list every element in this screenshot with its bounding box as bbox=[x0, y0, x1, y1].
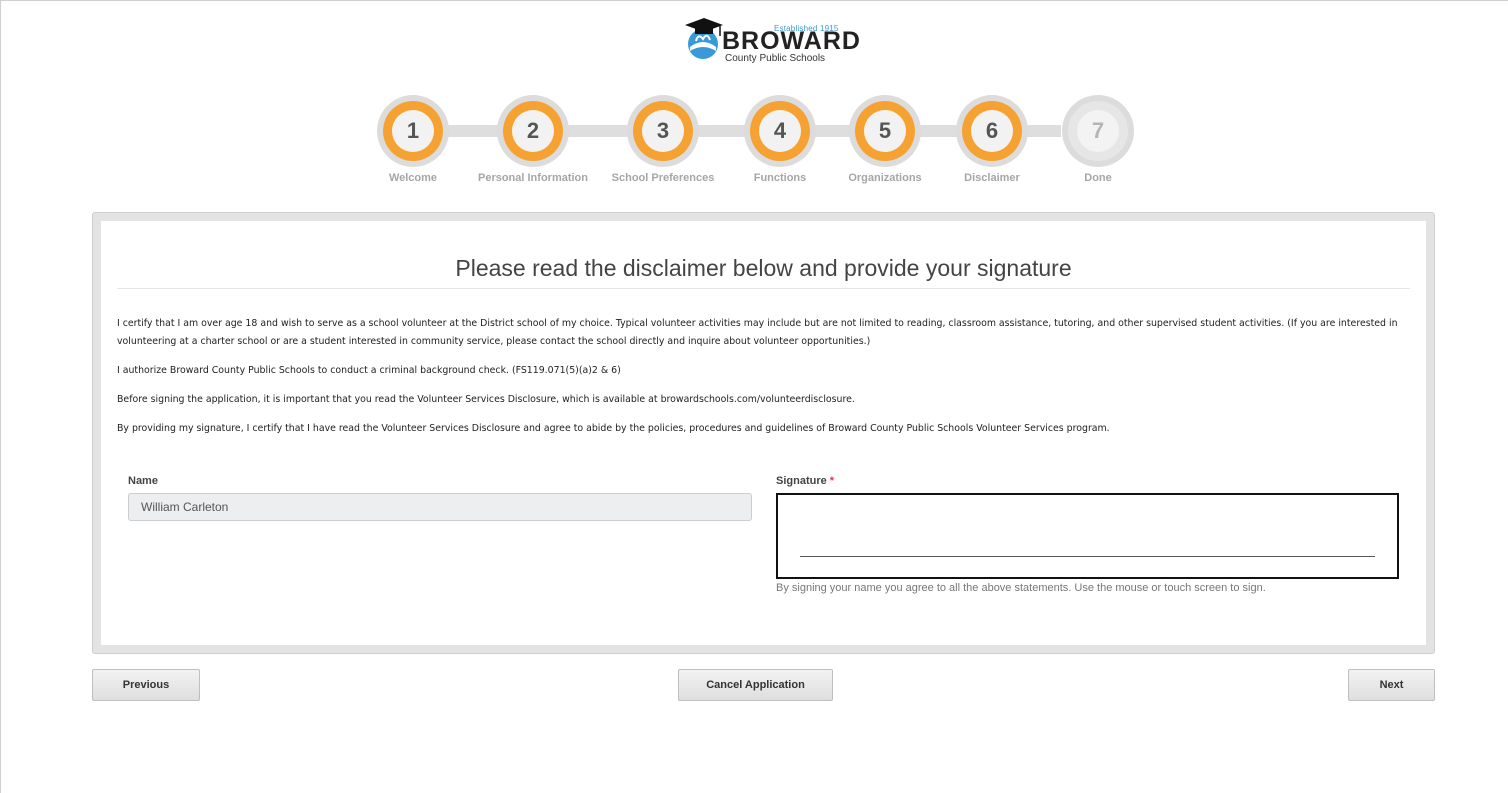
step-number: 3 bbox=[642, 110, 684, 152]
step-number: 4 bbox=[759, 110, 801, 152]
step-number: 1 bbox=[392, 110, 434, 152]
name-label: Name bbox=[128, 475, 158, 487]
cancel-application-button[interactable]: Cancel Application bbox=[678, 669, 833, 701]
page-title: Please read the disclaimer below and pro… bbox=[455, 255, 1072, 281]
disclaimer-paragraph: I certify that I am over age 18 and wish… bbox=[117, 318, 1398, 347]
step-number: 2 bbox=[512, 110, 554, 152]
signature-label: Signature * bbox=[776, 475, 834, 487]
signature-baseline bbox=[800, 556, 1375, 557]
step-personal-information: 2 Personal Information bbox=[463, 95, 603, 184]
panel-body: Please read the disclaimer below and pro… bbox=[101, 221, 1426, 645]
disclaimer-paragraph: By providing my signature, I certify tha… bbox=[117, 423, 1110, 434]
signature-label-text: Signature bbox=[776, 475, 827, 487]
step-label: Done bbox=[1084, 172, 1112, 184]
step-number: 5 bbox=[864, 110, 906, 152]
step-done: 7 Done bbox=[1028, 95, 1168, 184]
signature-pad[interactable] bbox=[776, 493, 1399, 579]
next-button[interactable]: Next bbox=[1348, 669, 1435, 701]
disclaimer-paragraph: Before signing the application, it is im… bbox=[117, 394, 855, 405]
name-field[interactable] bbox=[128, 493, 752, 521]
signature-help-text: By signing your name you agree to all th… bbox=[776, 582, 1266, 594]
step-welcome: 1 Welcome bbox=[343, 95, 483, 184]
previous-button[interactable]: Previous bbox=[92, 669, 200, 701]
required-marker: * bbox=[829, 475, 835, 487]
step-label: Personal Information bbox=[477, 172, 589, 184]
disclaimer-paragraph: I authorize Broward County Public School… bbox=[117, 365, 621, 376]
disclaimer-panel: Please read the disclaimer below and pro… bbox=[92, 212, 1435, 654]
disclaimer-text: I certify that I am over age 18 and wish… bbox=[117, 315, 1410, 449]
step-label: Welcome bbox=[388, 172, 438, 184]
progress-stepper: 1 Welcome 2 Personal Information 3 Schoo… bbox=[1, 1, 1508, 201]
title-divider bbox=[117, 288, 1410, 289]
step-number: 7 bbox=[1077, 110, 1119, 152]
step-number: 6 bbox=[971, 110, 1013, 152]
